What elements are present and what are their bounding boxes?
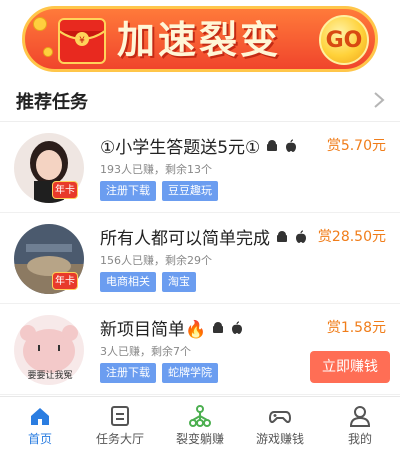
- tag-list: 电商相关 淘宝: [100, 272, 196, 292]
- go-button[interactable]: GO: [319, 15, 369, 65]
- recommended-header[interactable]: 推荐任务: [0, 78, 400, 122]
- tag-list: 注册下载 豆豆趣玩: [100, 181, 218, 201]
- tag: 电商相关: [100, 272, 156, 292]
- task-title-text: 新项目简单🔥: [100, 320, 207, 340]
- android-icon: [277, 230, 287, 242]
- task-title: 所有人都可以简单完成: [100, 224, 308, 249]
- android-icon: [213, 321, 224, 333]
- nav-label: 任务大厅: [95, 432, 144, 446]
- app-screen: ¥ 加速裂变 GO 推荐任务 年卡 ①小学生答题送5元① 193人已赚，剩余13…: [0, 0, 400, 451]
- tag: 豆豆趣玩: [162, 181, 218, 201]
- nav-item-referral[interactable]: 裂变躺赚: [160, 397, 240, 451]
- nav-item-profile[interactable]: 我的: [320, 397, 400, 451]
- task-stats: 3人已赚，剩余7个: [100, 345, 191, 358]
- task-item[interactable]: 年卡 所有人都可以简单完成 156人已赚，剩余29个 电商相关 淘宝 赏28.5…: [0, 214, 400, 304]
- gamepad-icon: [269, 411, 291, 423]
- nav-item-home[interactable]: 首页: [0, 397, 80, 451]
- nav-label: 我的: [347, 432, 372, 446]
- banner-title: 加速裂变: [117, 18, 282, 62]
- task-item[interactable]: 要要让我冤 新项目简单🔥 3人已赚，剩余7个 注册下载 蛇牌学院 赏1.58元 …: [0, 305, 400, 395]
- coin-icon: [43, 47, 53, 57]
- reward-amount: 赏5.70元: [326, 138, 386, 154]
- nav-label: 首页: [27, 432, 52, 446]
- tag: 蛇牌学院: [162, 363, 218, 383]
- task-title: ①小学生答题送5元①: [100, 133, 298, 158]
- earn-now-button[interactable]: 立即赚钱: [310, 351, 390, 383]
- promo-banner[interactable]: ¥ 加速裂变 GO: [0, 0, 400, 78]
- nav-label: 游戏赚钱: [255, 432, 304, 446]
- home-icon: [31, 408, 49, 425]
- svg-text:¥: ¥: [79, 36, 85, 46]
- coin-icon: [33, 17, 47, 31]
- chevron-right-icon[interactable]: [372, 91, 386, 109]
- promo-banner-card[interactable]: ¥ 加速裂变 GO: [22, 6, 378, 72]
- task-title-text: ①小学生答题送5元①: [100, 138, 261, 158]
- task-title: 新项目简单🔥: [100, 315, 244, 340]
- tag: 注册下载: [100, 181, 156, 201]
- share-tree-icon: [189, 405, 211, 427]
- nav-label: 裂变躺赚: [175, 432, 224, 446]
- red-envelope-icon: ¥: [58, 18, 106, 64]
- apple-icon: [296, 229, 306, 243]
- tag: 淘宝: [162, 272, 196, 292]
- nav-item-task-hall[interactable]: 任务大厅: [80, 397, 160, 451]
- tag-list: 注册下载 蛇牌学院: [100, 363, 218, 383]
- bottom-nav: 首页 任务大厅 裂变躺赚 游戏赚钱 我的: [0, 396, 400, 451]
- task-stats: 193人已赚，剩余13个: [100, 163, 212, 176]
- task-item[interactable]: 年卡 ①小学生答题送5元① 193人已赚，剩余13个 注册下载 豆豆趣玩 赏5.…: [0, 123, 400, 213]
- reward-amount: 赏28.50元: [317, 229, 386, 245]
- vip-badge: 年卡: [52, 272, 78, 290]
- reward-amount: 赏1.58元: [326, 320, 386, 336]
- task-title-text: 所有人都可以简单完成: [100, 229, 270, 249]
- task-stats: 156人已赚，剩余29个: [100, 254, 212, 267]
- apple-icon: [286, 138, 297, 152]
- task-list-icon: [111, 406, 129, 426]
- section-title: 推荐任务: [16, 92, 88, 113]
- avatar-caption: 要要让我冤: [27, 371, 73, 381]
- vip-badge: 年卡: [52, 181, 78, 199]
- android-icon: [267, 139, 278, 151]
- tag: 注册下载: [100, 363, 156, 383]
- apple-icon: [232, 320, 243, 334]
- user-icon: [349, 406, 371, 427]
- nav-item-games[interactable]: 游戏赚钱: [240, 397, 320, 451]
